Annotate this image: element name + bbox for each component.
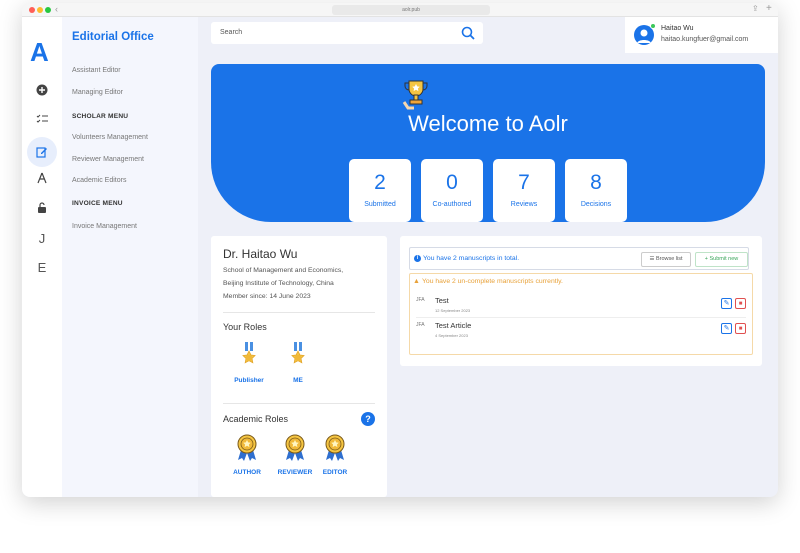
stat-card-reviews[interactable]: 7 Reviews <box>493 159 555 222</box>
manuscript-row[interactable]: JFA Test 12 September 2023 ✎ ■ <box>410 292 752 317</box>
sidebar-title: Editorial Office <box>72 31 154 43</box>
academic-roles-title: Academic Roles <box>223 414 289 424</box>
incomplete-manuscripts-text: You have 2 un-complete manuscripts curre… <box>422 278 563 285</box>
reviewer-medal-icon <box>285 434 305 461</box>
share-icon[interactable]: ⇪ <box>752 4 759 13</box>
profile-member-since: Member since: 14 June 2023 <box>223 293 311 300</box>
sidebar-item-invoice-management[interactable]: Invoice Management <box>72 223 137 230</box>
search-input[interactable]: Search <box>220 29 242 36</box>
stat-label: Decisions <box>580 201 612 208</box>
manuscript-journal: JFA <box>416 297 425 303</box>
sidebar-item-academic-editors[interactable]: Academic Editors <box>72 177 126 184</box>
compass-icon[interactable] <box>34 172 50 188</box>
profile-name: Dr. Haitao Wu <box>223 247 298 261</box>
sidebar-item-reviewer-management[interactable]: Reviewer Management <box>72 156 144 163</box>
stat-value: 2 <box>374 171 386 194</box>
sidebar-menu: Editorial Office Assistant Editor Managi… <box>62 17 198 497</box>
tasks-icon[interactable] <box>34 113 50 129</box>
welcome-banner: Welcome to Aolr 2 Submitted 0 Co-authore… <box>211 64 765 222</box>
app-window: ‹ aolr.pub ⇪ + A J E Editorial Office As… <box>22 3 778 497</box>
divider <box>223 403 375 404</box>
search-bar[interactable]: Search <box>211 22 483 44</box>
user-email: haitao.kungfuer@gmail.com <box>661 36 749 43</box>
manuscripts-info-box: i You have 2 manuscripts in total. ☰ Bro… <box>409 247 749 270</box>
new-tab-icon[interactable]: + <box>766 3 772 14</box>
submit-new-label: Submit new <box>709 256 739 262</box>
user-menu[interactable]: Haitao Wu haitao.kungfuer@gmail.com <box>625 17 778 53</box>
manuscript-row[interactable]: JFA Test Article 4 September 2023 ✎ ■ <box>410 317 752 342</box>
plus-circle-icon[interactable] <box>34 84 50 100</box>
help-icon[interactable]: ? <box>361 412 375 426</box>
close-window-dot[interactable] <box>29 7 35 13</box>
url-text: aolr.pub <box>402 7 420 13</box>
divider <box>223 312 375 313</box>
stat-label: Submitted <box>364 201 396 208</box>
academic-role-reviewer: REVIEWER <box>277 469 313 476</box>
rail-item-j[interactable]: J <box>34 231 50 247</box>
stat-value: 7 <box>518 171 530 194</box>
manuscripts-panel: i You have 2 manuscripts in total. ☰ Bro… <box>400 236 762 366</box>
manuscript-title[interactable]: Test Article <box>435 321 471 330</box>
sidebar-item-assistant-editor[interactable]: Assistant Editor <box>72 67 121 74</box>
browser-chrome: ‹ aolr.pub ⇪ + <box>22 3 778 17</box>
incomplete-manuscripts-box: ▲ You have 2 un-complete manuscripts cur… <box>409 273 753 355</box>
delete-trash-icon[interactable]: ■ <box>735 298 746 309</box>
academic-role-editor: EDITOR <box>322 469 348 476</box>
online-status-dot <box>650 23 656 29</box>
me-medal-icon <box>291 342 305 364</box>
stat-card-submitted[interactable]: 2 Submitted <box>349 159 411 222</box>
sidebar-heading-scholar: SCHOLAR MENU <box>72 113 129 120</box>
minimize-window-dot[interactable] <box>37 7 43 13</box>
manuscript-date: 12 September 2023 <box>435 308 471 313</box>
maximize-window-dot[interactable] <box>45 7 51 13</box>
profile-affiliation-line2: Beijing Institute of Technology, China <box>223 280 334 287</box>
author-medal-icon <box>237 434 257 461</box>
publisher-medal-icon <box>242 342 256 364</box>
edit-pencil-icon[interactable]: ✎ <box>721 323 732 334</box>
edit-pencil-icon[interactable]: ✎ <box>721 298 732 309</box>
stat-card-co-authored[interactable]: 0 Co-authored <box>421 159 483 222</box>
user-name: Haitao Wu <box>661 25 694 32</box>
stat-label: Reviews <box>510 201 538 208</box>
sidebar-item-volunteers-management[interactable]: Volunteers Management <box>72 134 148 141</box>
info-icon: i <box>414 255 421 262</box>
profile-affiliation-line1: School of Management and Economics, <box>223 267 344 274</box>
aolr-logo[interactable]: A <box>30 37 49 68</box>
sidebar-item-managing-editor[interactable]: Managing Editor <box>72 89 123 96</box>
role-label-me: ME <box>293 377 303 384</box>
stat-label: Co-authored <box>432 201 472 208</box>
warning-icon: ▲ <box>413 278 420 285</box>
stat-value: 0 <box>446 171 458 194</box>
manuscripts-total-text: You have 2 manuscripts in total. <box>423 255 520 262</box>
profile-card: Dr. Haitao Wu School of Management and E… <box>211 236 387 497</box>
editor-medal-icon <box>325 434 345 461</box>
edit-icon[interactable] <box>27 137 57 167</box>
delete-trash-icon[interactable]: ■ <box>735 323 746 334</box>
manuscript-journal: JFA <box>416 322 425 328</box>
manuscript-date: 4 September 2023 <box>435 333 468 338</box>
academic-role-author: AUTHOR <box>233 469 261 476</box>
stat-value: 8 <box>590 171 602 194</box>
stat-card-decisions[interactable]: 8 Decisions <box>565 159 627 222</box>
lock-icon[interactable] <box>34 202 50 218</box>
browse-list-button[interactable]: ☰ Browse list <box>641 252 691 267</box>
manuscript-title[interactable]: Test <box>435 296 449 305</box>
rail-item-e[interactable]: E <box>34 260 50 276</box>
back-arrow-icon[interactable]: ‹ <box>55 3 58 16</box>
submit-new-button[interactable]: + Submit new <box>695 252 748 267</box>
trophy-icon <box>402 80 428 110</box>
address-bar[interactable]: aolr.pub <box>332 5 490 15</box>
browse-list-label: Browse list <box>655 256 683 262</box>
your-roles-title: Your Roles <box>223 322 267 332</box>
welcome-title: Welcome to Aolr <box>408 111 568 136</box>
sidebar-heading-invoice: INVOICE MENU <box>72 200 123 207</box>
search-icon[interactable] <box>461 26 475 40</box>
icon-rail: A J E <box>22 17 62 497</box>
role-label-publisher: Publisher <box>234 377 264 384</box>
